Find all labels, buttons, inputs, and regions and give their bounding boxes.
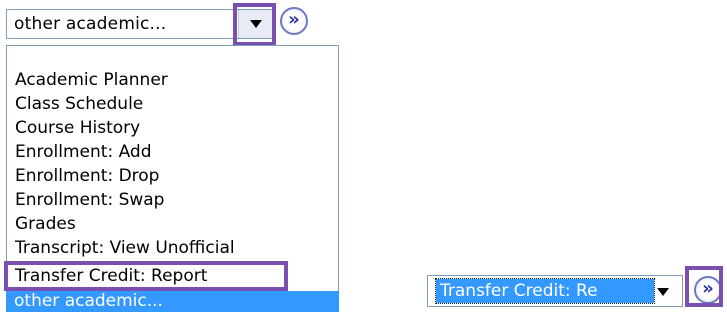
list-item-course-history[interactable]: Course History — [15, 116, 140, 140]
academic-select-value: other academic... — [14, 14, 167, 34]
go-icon-glyph: » — [288, 9, 300, 30]
list-item-other-academic[interactable]: other academic... — [6, 291, 339, 312]
chevron-down-icon[interactable] — [657, 288, 669, 296]
list-item-enrollment-add[interactable]: Enrollment: Add — [15, 140, 151, 164]
list-item-grades[interactable]: Grades — [15, 212, 76, 236]
go-icon[interactable]: » — [280, 7, 308, 35]
list-item-enrollment-swap[interactable]: Enrollment: Swap — [15, 188, 164, 212]
dropdown-list: Academic Planner Class Schedule Course H… — [6, 45, 339, 297]
transfer-credit-select-value: Transfer Credit: Re — [435, 278, 655, 304]
list-item-class-schedule[interactable]: Class Schedule — [15, 92, 143, 116]
highlight-dropdown-button — [233, 3, 276, 46]
highlight-transfer-credit-report — [4, 261, 288, 291]
highlight-go-button — [685, 266, 723, 307]
list-item-transcript-view-unofficial[interactable]: Transcript: View Unofficial — [15, 236, 235, 260]
list-item-academic-planner[interactable]: Academic Planner — [15, 68, 168, 92]
list-item-enrollment-drop[interactable]: Enrollment: Drop — [15, 164, 159, 188]
